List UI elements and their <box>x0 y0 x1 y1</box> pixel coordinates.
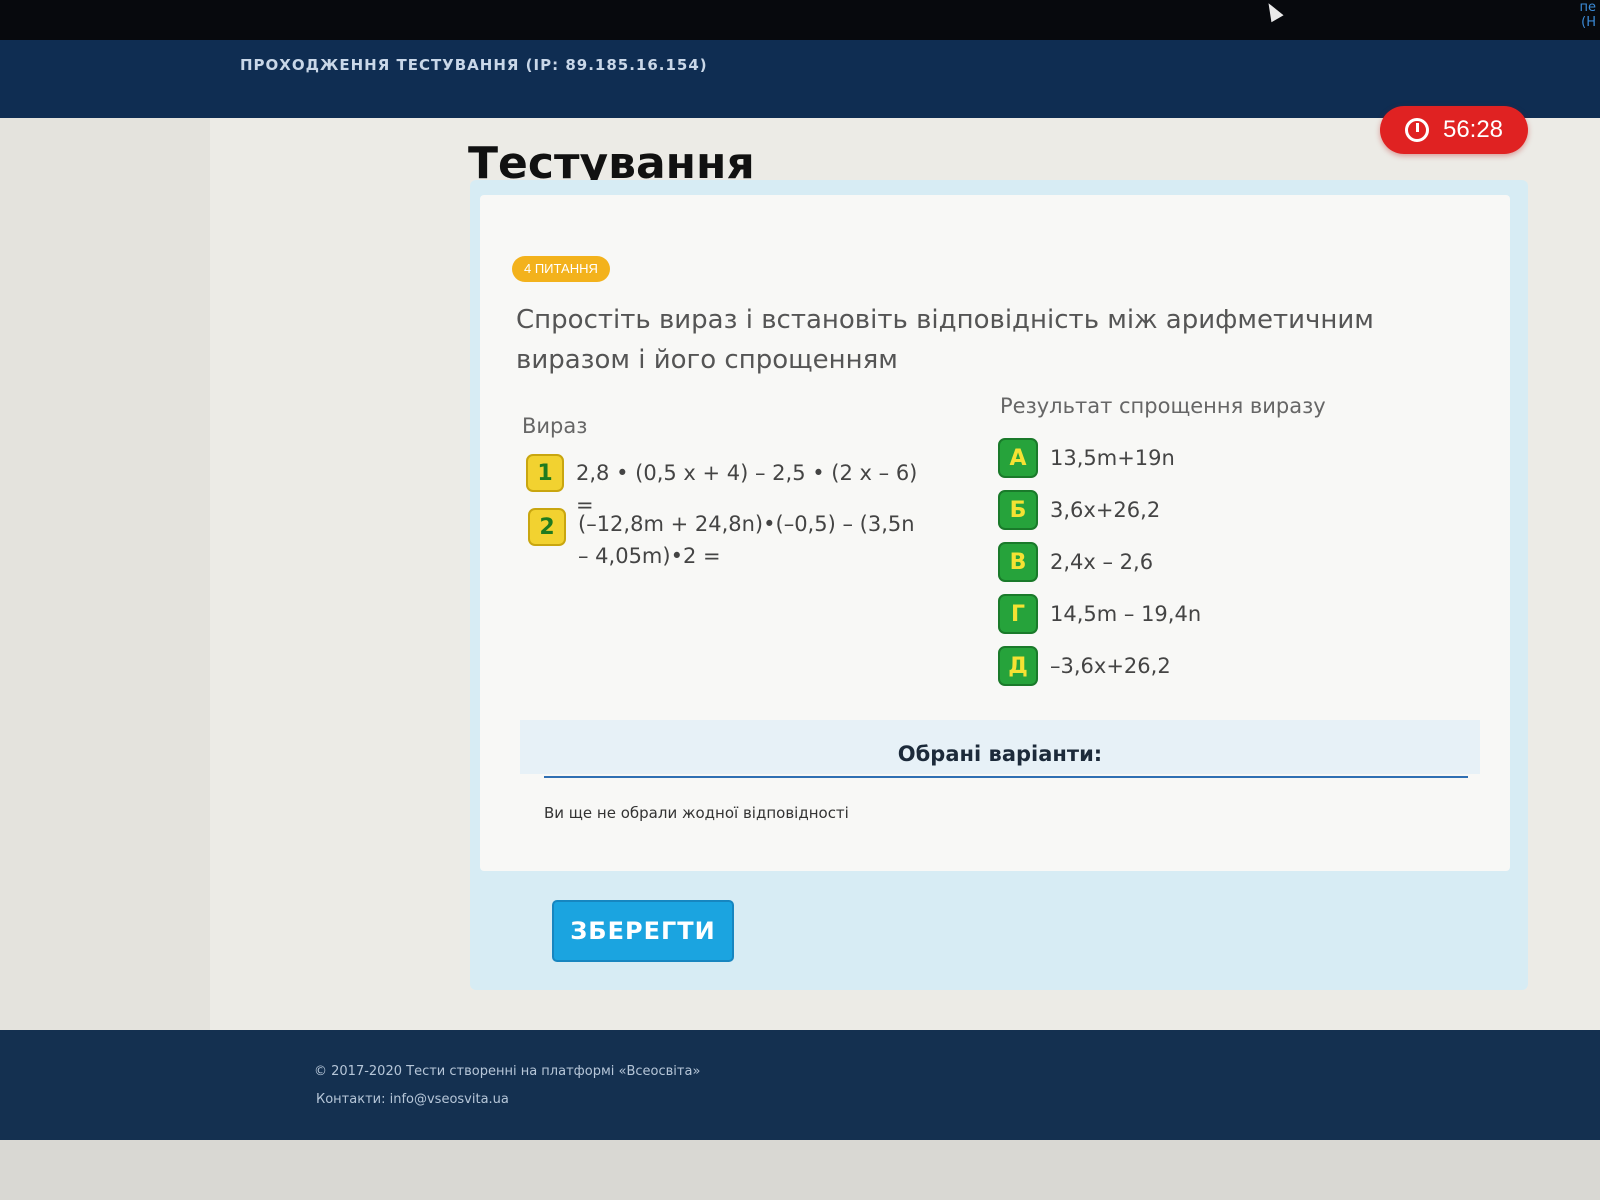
question-number-badge: 4 ПИТАННЯ <box>512 256 610 282</box>
answer-text-v: 2,4x – 2,6 <box>1050 550 1154 574</box>
save-button[interactable]: ЗБЕРЕГТИ <box>552 900 734 962</box>
answer-text-a: 13,5m+19n <box>1050 446 1175 470</box>
question-text: Спростіть вираз і встановіть відповідніс… <box>516 305 1374 375</box>
expressions-heading: Вираз <box>522 414 588 438</box>
footer-contact-label: Контакти: <box>316 1092 390 1107</box>
answer-text-d: –3,6x+26,2 <box>1050 654 1171 678</box>
countdown-timer: 56:28 <box>1380 106 1528 154</box>
answer-item-d[interactable]: Д –3,6x+26,2 <box>998 646 1171 686</box>
selected-empty-message: Ви ще не обрали жодної відповідності <box>544 804 849 822</box>
corner-fragment-text: пе (Н <box>1560 0 1600 40</box>
footer-copyright: © 2017-2020 Тести створенні на платформі… <box>314 1064 701 1079</box>
footer-email-link[interactable]: info@vseosvita.ua <box>390 1092 509 1107</box>
answer-item-a[interactable]: А 13,5m+19n <box>998 438 1175 478</box>
expression-text-2: (–12,8m + 24,8n)•(–0,5) – (3,5n – 4,05m)… <box>578 512 915 568</box>
page-footer <box>0 1030 1600 1140</box>
selected-divider <box>544 776 1468 778</box>
answer-letter-a[interactable]: А <box>998 438 1038 478</box>
selected-answers-title: Обрані варіанти: <box>897 742 1103 766</box>
answer-letter-b[interactable]: Б <box>998 490 1038 530</box>
stopwatch-icon <box>1404 118 1429 142</box>
top-header-bar <box>0 40 1600 126</box>
answer-letter-v[interactable]: В <box>998 542 1038 582</box>
monitor-bottom-edge <box>0 1140 1600 1200</box>
selected-answers-panel: Обрані варіанти: Ви ще не обрали жодної … <box>520 720 1480 860</box>
answer-letter-g[interactable]: Г <box>998 594 1038 634</box>
expression-item-2[interactable]: 2 (–12,8m + 24,8n)•(–0,5) – (3,5n – 4,05… <box>528 508 928 572</box>
answer-text-g: 14,5m – 19,4n <box>1050 602 1202 626</box>
answer-letter-d[interactable]: Д <box>998 646 1038 686</box>
answer-item-g[interactable]: Г 14,5m – 19,4n <box>998 594 1201 634</box>
left-margin <box>0 118 210 1030</box>
answer-text-b: 3,6x+26,2 <box>1050 498 1161 522</box>
results-heading: Результат спрощення виразу <box>1000 394 1326 418</box>
timer-value: 56:28 <box>1442 116 1504 143</box>
header-title: ПРОХОДЖЕННЯ ТЕСТУВАННЯ (IP: 89.185.16.15… <box>240 56 708 74</box>
expression-number-2[interactable]: 2 <box>528 508 566 546</box>
footer-contacts: Контакти: info@vseosvita.ua <box>316 1092 509 1107</box>
expression-number-1[interactable]: 1 <box>526 454 564 492</box>
corner-text: пе (Н <box>1579 0 1597 30</box>
answer-item-b[interactable]: Б 3,6x+26,2 <box>998 490 1160 530</box>
answer-item-v[interactable]: В 2,4x – 2,6 <box>998 542 1153 582</box>
